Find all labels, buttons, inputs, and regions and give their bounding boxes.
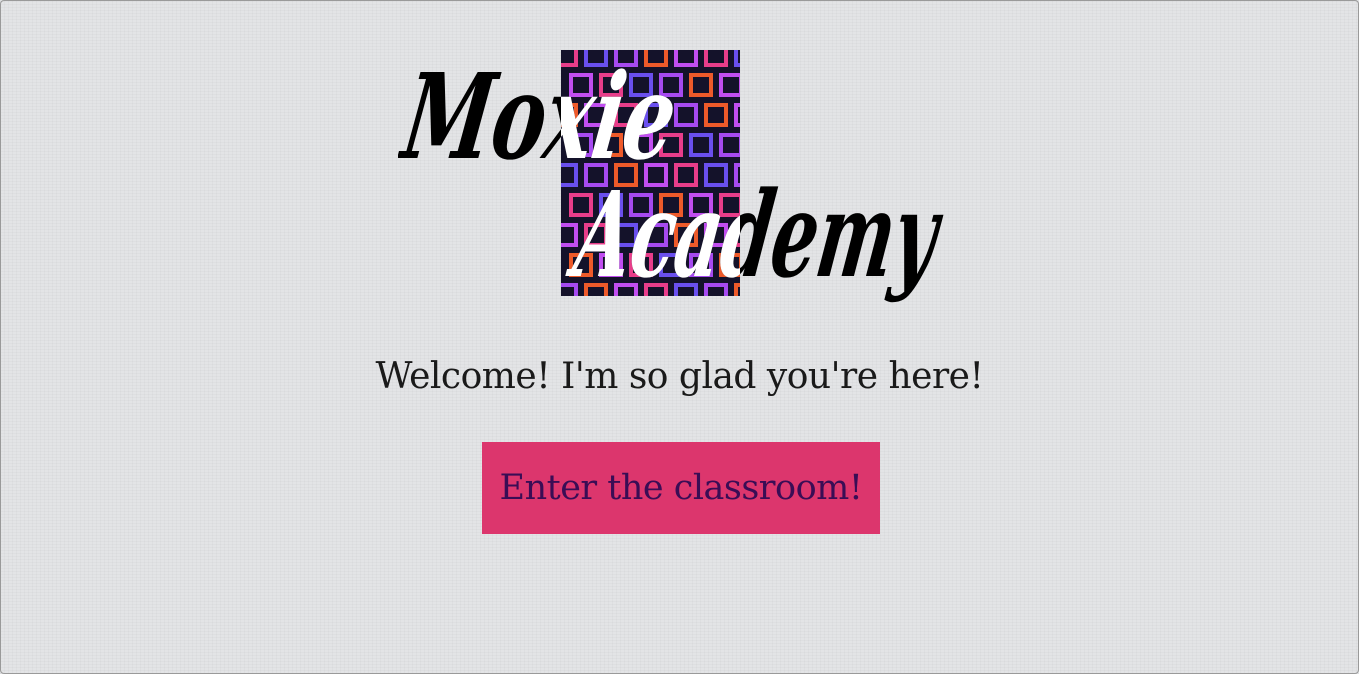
pattern-square [751,75,771,95]
welcome-message: Welcome! I'm so glad you're here! [375,356,984,397]
pattern-square [751,135,771,155]
moxie-academy-logo: Moxie Academy Moxie Academy [398,40,968,305]
enter-classroom-label: Enter the classroom! [499,468,863,508]
enter-classroom-button[interactable]: Enter the classroom! [482,442,880,534]
